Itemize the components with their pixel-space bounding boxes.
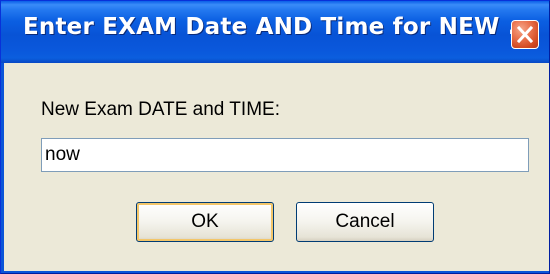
close-icon (517, 26, 533, 43)
exam-datetime-input[interactable] (41, 138, 529, 172)
title-bar[interactable]: Enter EXAM Date AND Time for NEW ... (1, 1, 549, 63)
dialog-window: Enter EXAM Date AND Time for NEW ... New… (0, 0, 550, 274)
cancel-button[interactable]: Cancel (296, 202, 434, 242)
window-bottom-border (1, 271, 549, 273)
ok-button[interactable]: OK (136, 202, 274, 242)
dialog-title: Enter EXAM Date AND Time for NEW ... (23, 14, 535, 40)
close-button[interactable] (511, 20, 539, 49)
prompt-label: New Exam DATE and TIME: (41, 99, 280, 120)
